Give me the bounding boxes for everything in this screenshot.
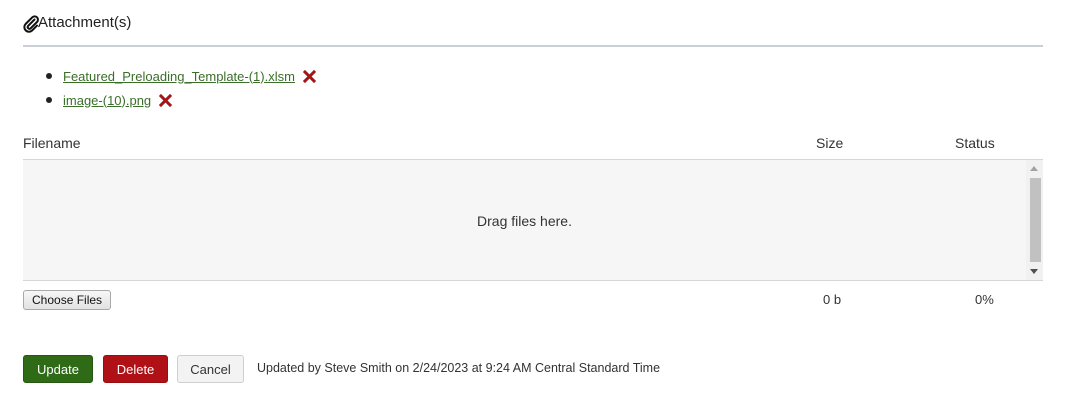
scrollbar-thumb[interactable] xyxy=(1030,178,1041,262)
file-drop-zone[interactable]: Drag files here. xyxy=(23,159,1043,281)
paperclip-icon xyxy=(23,15,39,33)
total-status: 0% xyxy=(975,292,994,307)
attachment-list: Featured_Preloading_Template-(1).xlsm im… xyxy=(23,64,316,112)
bullet xyxy=(46,97,52,103)
attachment-link[interactable]: Featured_Preloading_Template-(1).xlsm xyxy=(63,69,295,84)
remove-attachment-icon[interactable] xyxy=(302,69,316,83)
drop-zone-scrollbar[interactable] xyxy=(1026,160,1043,280)
scroll-up-arrow-icon[interactable] xyxy=(1030,166,1038,171)
delete-button[interactable]: Delete xyxy=(103,355,168,383)
last-updated-text: Updated by Steve Smith on 2/24/2023 at 9… xyxy=(257,361,661,375)
list-item: Featured_Preloading_Template-(1).xlsm xyxy=(23,64,316,88)
list-item: image-(10).png xyxy=(23,88,316,112)
remove-attachment-icon[interactable] xyxy=(159,93,173,107)
scroll-down-arrow-icon[interactable] xyxy=(1030,269,1038,274)
total-size: 0 b xyxy=(823,292,842,307)
attachment-link[interactable]: image-(10).png xyxy=(63,93,151,108)
column-header-size: Size xyxy=(816,135,844,151)
column-header-filename: Filename xyxy=(23,135,81,151)
drop-message: Drag files here. xyxy=(477,213,572,229)
choose-files-button[interactable]: Choose Files xyxy=(23,290,112,310)
attachments-header: Attachment(s) xyxy=(23,13,1043,47)
column-header-status: Status xyxy=(955,135,995,151)
section-title: Attachment(s) xyxy=(38,14,132,31)
update-button[interactable]: Update xyxy=(23,355,93,383)
cancel-button[interactable]: Cancel xyxy=(177,355,244,383)
bullet xyxy=(46,73,52,79)
